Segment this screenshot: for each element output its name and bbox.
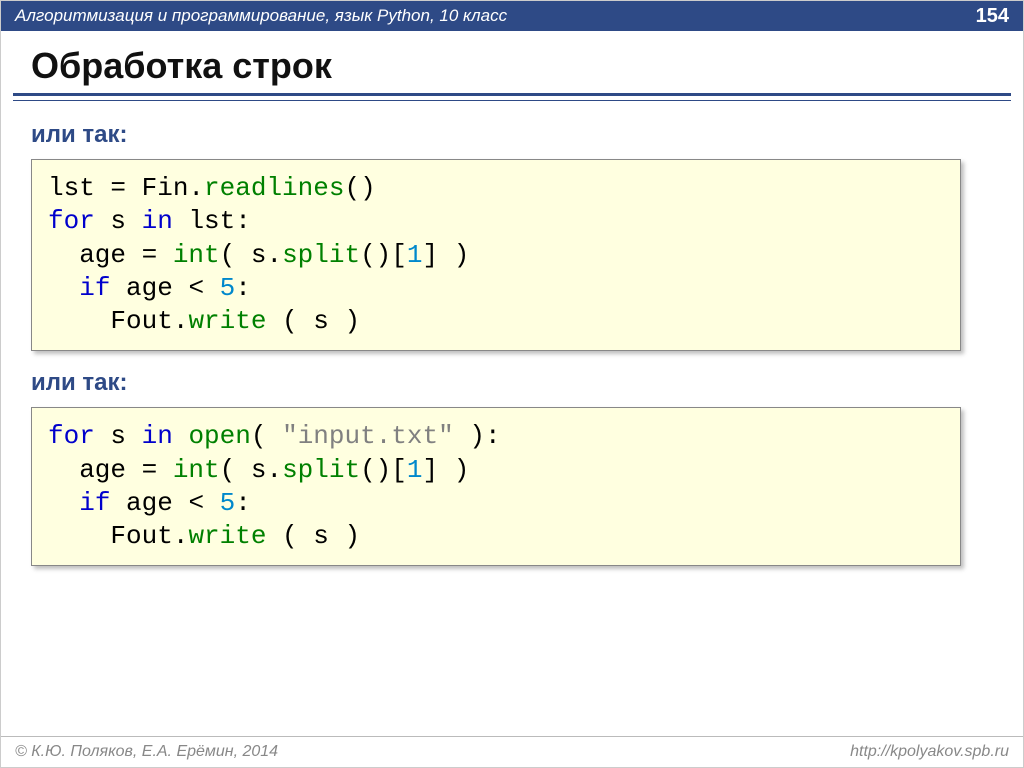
code-block-1: lst = Fin.readlines() for s in lst: age … xyxy=(31,159,961,351)
code-token: age xyxy=(110,488,172,518)
code-token: ( s ) xyxy=(266,521,360,551)
header-bar: Алгоритмизация и программирование, язык … xyxy=(1,1,1023,31)
code-block-2: for s in open( "input.txt" ): age = int(… xyxy=(31,407,961,566)
code-token: split xyxy=(282,240,360,270)
code-token: : xyxy=(235,273,251,303)
code-token: int xyxy=(173,240,220,270)
code-token: open xyxy=(188,421,250,451)
section-label-2: или так: xyxy=(31,369,993,397)
code-token: Fout. xyxy=(48,521,188,551)
title-underline xyxy=(13,93,1011,101)
code-token: ( s. xyxy=(220,240,282,270)
code-token: 5 xyxy=(220,273,236,303)
code-token: () xyxy=(344,173,375,203)
code-token: lst: xyxy=(173,206,251,236)
code-token: = xyxy=(95,173,142,203)
code-token: readlines xyxy=(204,173,344,203)
code-token: for xyxy=(48,421,95,451)
code-token: ] ) xyxy=(423,240,470,270)
footer: © К.Ю. Поляков, Е.А. Ерёмин, 2014 http:/… xyxy=(1,736,1023,767)
code-token: = xyxy=(126,240,173,270)
code-token: s xyxy=(95,206,142,236)
code-token: lst xyxy=(48,173,95,203)
section-label-1: или так: xyxy=(31,121,993,149)
code-token: write xyxy=(188,521,266,551)
code-token: ] ) xyxy=(423,455,470,485)
page-number: 154 xyxy=(976,5,1009,28)
code-token: 1 xyxy=(407,240,423,270)
code-token: s xyxy=(95,421,142,451)
code-token: int xyxy=(173,455,220,485)
code-token: Fin. xyxy=(142,173,204,203)
code-token: ( s. xyxy=(220,455,282,485)
code-token xyxy=(48,273,79,303)
code-token: ( xyxy=(251,421,282,451)
code-token: = xyxy=(126,455,173,485)
code-token: if xyxy=(79,488,110,518)
code-token: : xyxy=(235,488,251,518)
code-token: for xyxy=(48,206,95,236)
slide: Алгоритмизация и программирование, язык … xyxy=(0,0,1024,768)
code-token: age xyxy=(48,240,126,270)
page-title: Обработка строк xyxy=(31,45,993,87)
code-token: 5 xyxy=(220,488,236,518)
footer-copyright: © К.Ю. Поляков, Е.А. Ерёмин, 2014 xyxy=(15,743,278,761)
code-token: in xyxy=(142,421,173,451)
code-token: ): xyxy=(454,421,501,451)
code-token: write xyxy=(188,306,266,336)
code-token: < xyxy=(173,488,220,518)
code-token: 1 xyxy=(407,455,423,485)
code-token: if xyxy=(79,273,110,303)
code-token: ()[ xyxy=(360,240,407,270)
code-token: < xyxy=(173,273,220,303)
code-token: age xyxy=(110,273,172,303)
code-token: in xyxy=(142,206,173,236)
code-token: "input.txt" xyxy=(282,421,454,451)
code-token xyxy=(173,421,189,451)
course-title: Алгоритмизация и программирование, язык … xyxy=(15,6,507,26)
code-token: age xyxy=(48,455,126,485)
code-token: split xyxy=(282,455,360,485)
code-token: Fout. xyxy=(48,306,188,336)
footer-url: http://kpolyakov.spb.ru xyxy=(850,743,1009,761)
code-token: ()[ xyxy=(360,455,407,485)
content-area: или так: lst = Fin.readlines() for s in … xyxy=(1,101,1023,566)
code-token: ( s ) xyxy=(266,306,360,336)
code-token xyxy=(48,488,79,518)
